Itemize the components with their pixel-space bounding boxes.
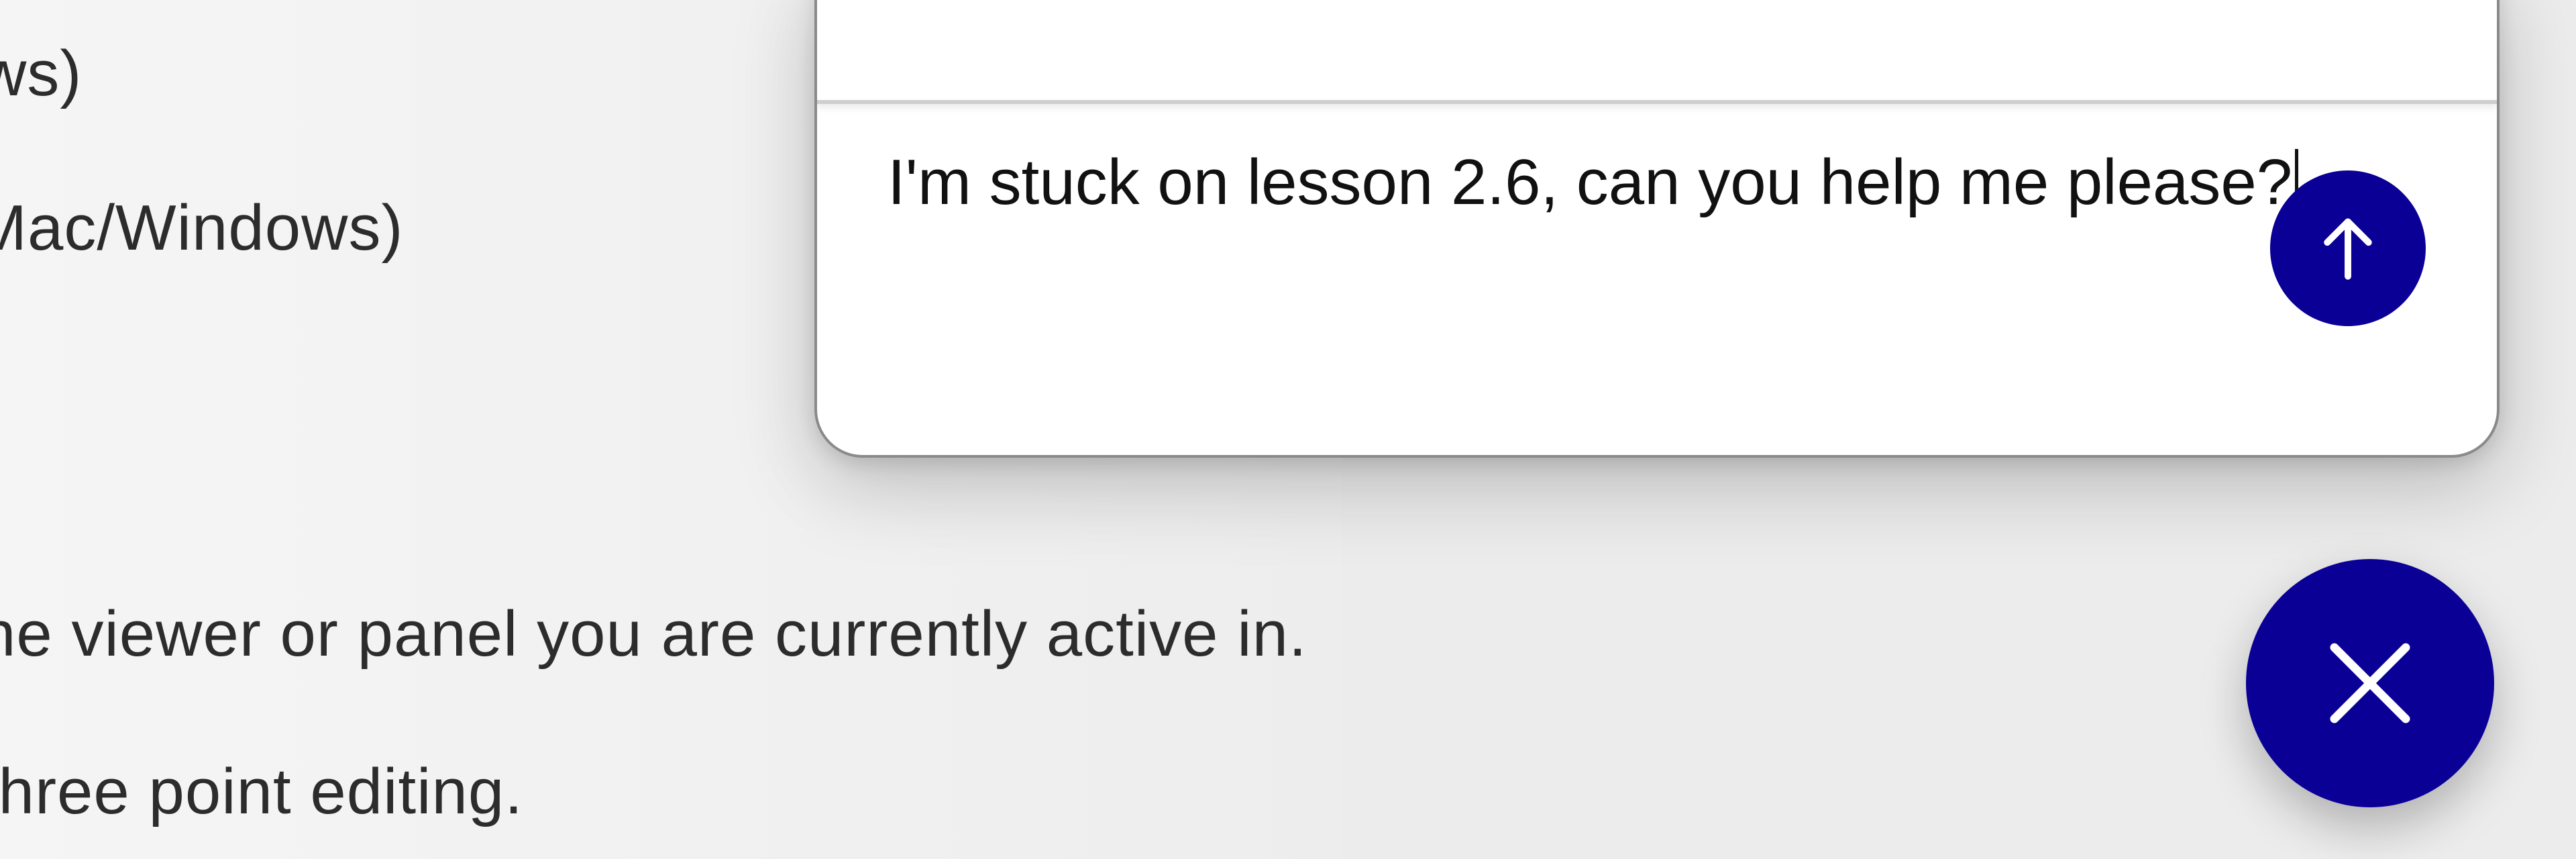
send-button[interactable] <box>2270 170 2426 326</box>
background-text-line: three point editing. <box>0 756 523 827</box>
close-chat-button[interactable] <box>2246 559 2494 807</box>
chat-input-text: I'm stuck on lesson 2.6, can you help me… <box>888 146 2293 218</box>
background-text-line: Mac/Windows) <box>0 192 404 264</box>
arrow-up-icon <box>2324 218 2372 280</box>
chat-messages-area <box>817 0 2497 104</box>
close-icon <box>2330 643 2410 723</box>
background-text-line: ws) <box>0 38 83 109</box>
chat-message-input[interactable]: I'm stuck on lesson 2.6, can you help me… <box>888 130 2363 235</box>
chat-panel: I'm stuck on lesson 2.6, can you help me… <box>814 0 2500 458</box>
background-text-line: he viewer or panel you are currently act… <box>0 598 1307 670</box>
